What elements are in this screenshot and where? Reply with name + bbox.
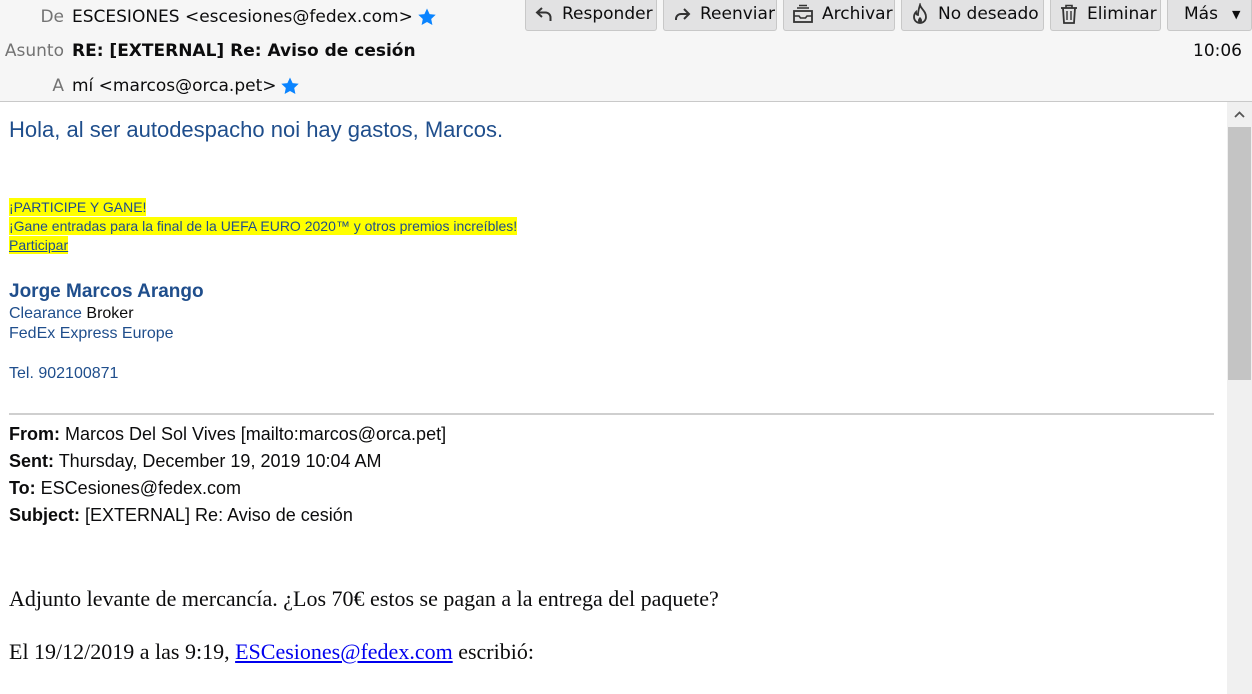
to-field[interactable]: mí <marcos@orca.pet>: [72, 76, 300, 96]
forward-label: Reenviar: [700, 4, 775, 24]
greeting-text: Hola, al ser autodespacho noi hay gastos…: [9, 117, 504, 142]
to-label: A: [52, 76, 64, 96]
forward-icon: [675, 8, 691, 20]
quoted-to: To: ESCesiones@fedex.com: [9, 478, 241, 499]
archive-label: Archivar: [822, 4, 893, 24]
message-time: 10:06: [1193, 41, 1242, 61]
attribution-line: El 19/12/2019 a las 9:19, ESCesiones@fed…: [9, 639, 534, 665]
quoted-from-label: From:: [9, 424, 60, 444]
quoted-to-value: ESCesiones@fedex.com: [40, 478, 242, 498]
signature-title-part1: Clearance: [9, 305, 82, 322]
delete-button[interactable]: Eliminar: [1050, 0, 1161, 31]
more-label: Más: [1184, 4, 1218, 24]
quoted-to-label: To:: [9, 478, 36, 498]
delete-label: Eliminar: [1087, 4, 1157, 24]
junk-button[interactable]: No deseado: [901, 0, 1044, 31]
quoted-sent-label: Sent:: [9, 451, 54, 471]
signature-title-part2: Broker: [86, 305, 134, 322]
subject-value: RE: [EXTERNAL] Re: Aviso de cesión: [72, 41, 416, 61]
from-field[interactable]: ESCESIONES <escesiones@fedex.com>: [72, 7, 437, 27]
message-header: De ESCESIONES <escesiones@fedex.com> Asu…: [0, 0, 1252, 102]
participate-link[interactable]: Participar: [9, 236, 69, 254]
quoted-subject: Subject: [EXTERNAL] Re: Aviso de cesión: [9, 505, 353, 526]
scrollbar-thumb[interactable]: [1228, 127, 1251, 380]
reply-label: Responder: [562, 4, 653, 24]
signature-company: FedEx Express Europe: [9, 325, 174, 342]
to-value[interactable]: mí <marcos@orca.pet>: [72, 76, 276, 96]
message-toolbar: Responder Reenviar Archivar No deseado E…: [525, 0, 1252, 31]
quoted-sent-value: Thursday, December 19, 2019 10:04 AM: [58, 451, 382, 471]
attribution-prefix: El 19/12/2019 a las 9:19,: [9, 639, 230, 664]
from-value[interactable]: ESCESIONES <escesiones@fedex.com>: [72, 7, 413, 27]
subject-label: Asunto: [4, 41, 64, 61]
signature-name: Jorge Marcos Arango: [9, 281, 204, 302]
attribution-email-link[interactable]: ESCesiones@fedex.com: [235, 639, 453, 664]
archive-button[interactable]: Archivar: [783, 0, 895, 31]
more-button[interactable]: Más ▼: [1167, 0, 1252, 31]
promo-text: ¡Gane entradas para la final de la UEFA …: [9, 217, 518, 235]
signature-title: Clearance Broker: [9, 305, 134, 323]
reply-button[interactable]: Responder: [525, 0, 657, 31]
quoted-from-value: Marcos Del Sol Vives [mailto:marcos@orca…: [65, 424, 447, 444]
trash-icon: [1061, 4, 1077, 24]
quoted-subject-label: Subject:: [9, 505, 81, 525]
signature-phone: Tel. 902100871: [9, 365, 119, 382]
quoted-subject-value: [EXTERNAL] Re: Aviso de cesión: [85, 505, 353, 525]
chevron-down-icon: ▼: [1231, 7, 1241, 21]
reply-icon: [535, 7, 552, 21]
star-icon[interactable]: [280, 76, 300, 96]
quoted-sent: Sent: Thursday, December 19, 2019 10:04 …: [9, 451, 382, 472]
attribution-suffix: escribió:: [458, 639, 534, 664]
star-icon[interactable]: [417, 7, 437, 27]
forward-button[interactable]: Reenviar: [663, 0, 777, 31]
quoted-from: From: Marcos Del Sol Vives [mailto:marco…: [9, 424, 446, 445]
from-label: De: [40, 7, 64, 27]
message-body: Hola, al ser autodespacho noi hay gastos…: [0, 102, 1227, 694]
fire-icon: [913, 3, 927, 24]
vertical-scrollbar[interactable]: [1227, 102, 1252, 694]
junk-label: No deseado: [938, 4, 1039, 24]
archive-icon: [793, 4, 813, 23]
promo-title: ¡PARTICIPE Y GANE!: [9, 198, 147, 216]
scroll-up-arrow-icon[interactable]: [1227, 102, 1252, 126]
quoted-text: Adjunto levante de mercancía. ¿Los 70€ e…: [9, 586, 719, 611]
quote-separator: [9, 413, 1214, 415]
